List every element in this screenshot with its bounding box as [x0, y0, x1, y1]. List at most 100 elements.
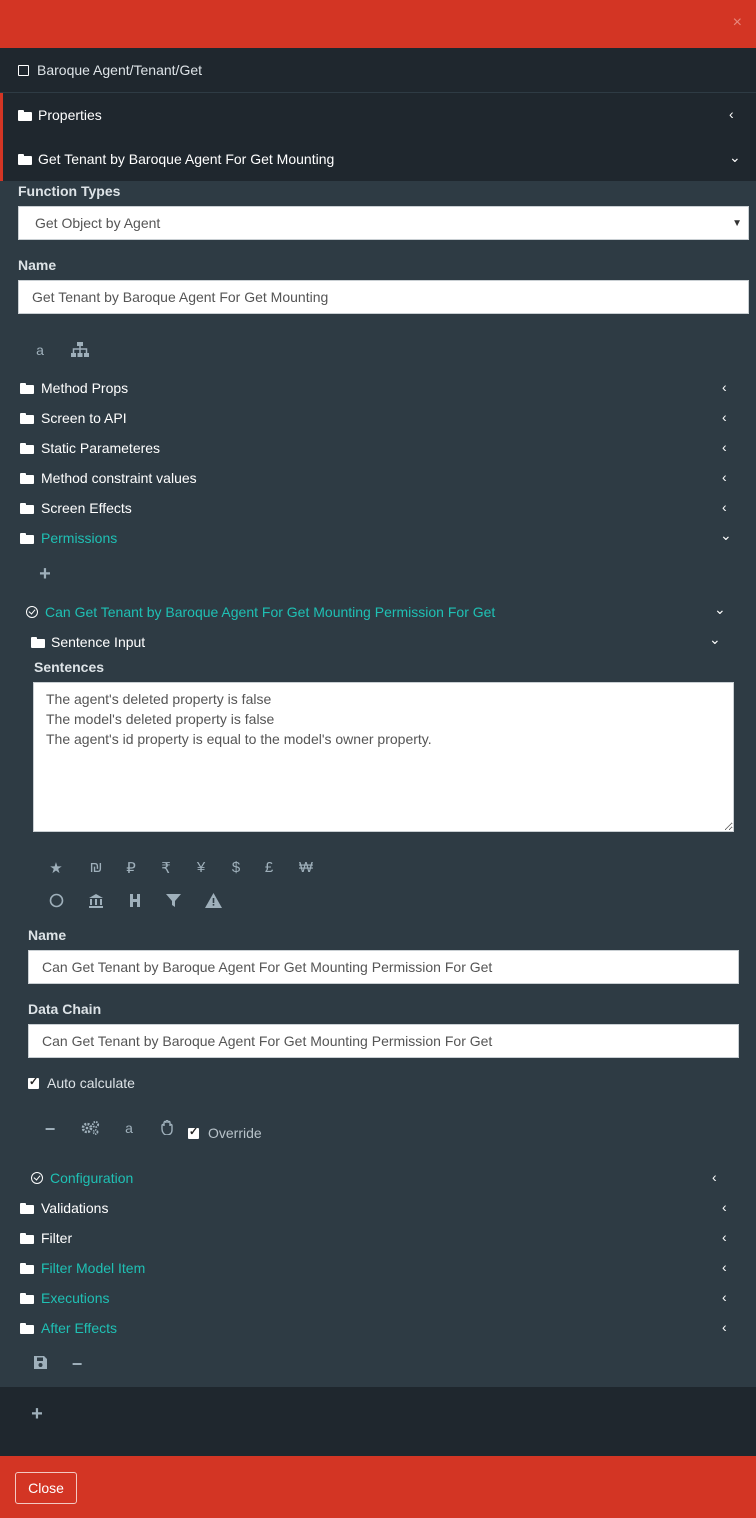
- section-after-effects[interactable]: After Effects ‹: [20, 1317, 740, 1339]
- section-label: Filter Model Item: [41, 1260, 146, 1276]
- close-button[interactable]: Close: [15, 1472, 77, 1504]
- pound-icon[interactable]: £: [259, 859, 279, 876]
- section-screen-effects[interactable]: Screen Effects ‹: [20, 497, 740, 519]
- hospital-icon[interactable]: [125, 893, 145, 912]
- section-method-props[interactable]: Method Props ‹: [20, 377, 740, 399]
- function-type-select[interactable]: Get Object by Agent ▼: [18, 206, 749, 240]
- permission-title: Can Get Tenant by Baroque Agent For Get …: [45, 604, 496, 620]
- sitemap-icon[interactable]: [70, 342, 90, 361]
- panel-method[interactable]: Get Tenant by Baroque Agent For Get Moun…: [0, 137, 756, 181]
- plus-icon[interactable]: +: [35, 563, 55, 586]
- override-checkbox[interactable]: Override: [188, 1123, 262, 1143]
- section-label: Static Parameteres: [41, 440, 161, 456]
- checkbox-checked-icon: [188, 1125, 199, 1139]
- circle-icon[interactable]: [46, 893, 66, 912]
- sentence-input-header[interactable]: Sentence Input ⌄: [31, 631, 731, 653]
- panel-properties[interactable]: Properties ‹: [0, 93, 756, 137]
- sentence-input-label: Sentence Input: [51, 634, 146, 650]
- folder-icon: [20, 382, 34, 394]
- chevron-left-icon: ‹: [722, 469, 727, 485]
- override-label: Override: [208, 1125, 262, 1141]
- folder-icon: [20, 412, 34, 424]
- dollar-icon[interactable]: $: [226, 859, 246, 876]
- section-label: Executions: [41, 1290, 110, 1306]
- add-strip: +: [0, 1387, 756, 1456]
- configuration-label: Configuration: [50, 1170, 134, 1186]
- permission-name-value: Can Get Tenant by Baroque Agent For Get …: [42, 959, 493, 975]
- folder-icon: [18, 153, 32, 165]
- section-permissions[interactable]: Permissions ⌄: [20, 527, 740, 549]
- won-icon[interactable]: ₩: [296, 859, 316, 876]
- section-screen-to-api[interactable]: Screen to API ‹: [20, 407, 740, 429]
- name-field[interactable]: Get Tenant by Baroque Agent For Get Moun…: [18, 280, 749, 314]
- sentences-label: Sentences: [34, 659, 105, 675]
- bank-icon[interactable]: [86, 893, 106, 912]
- function-types-label: Function Types: [18, 183, 121, 199]
- auto-calculate-checkbox[interactable]: Auto calculate: [28, 1073, 135, 1093]
- rupee-icon[interactable]: ₹: [156, 859, 176, 877]
- title-bar: ×: [0, 0, 756, 48]
- shekel-icon[interactable]: ₪: [86, 859, 106, 876]
- section-label: Method constraint values: [41, 470, 197, 486]
- warning-icon[interactable]: [203, 893, 223, 912]
- folder-icon: [20, 1322, 34, 1334]
- hand-icon[interactable]: [158, 1119, 178, 1139]
- configuration-header[interactable]: Configuration ‹: [31, 1167, 731, 1189]
- plus-icon[interactable]: +: [27, 1403, 47, 1426]
- filter-icon[interactable]: [163, 893, 183, 912]
- amazon-icon[interactable]: a: [30, 342, 50, 358]
- star-icon[interactable]: ★: [46, 859, 66, 877]
- section-label: Permissions: [41, 530, 118, 546]
- panel-label: Get Tenant by Baroque Agent For Get Moun…: [38, 151, 335, 167]
- sentences-textarea[interactable]: [33, 682, 734, 832]
- chevron-left-icon: ‹: [722, 439, 727, 455]
- save-icon[interactable]: [30, 1356, 50, 1373]
- permission-name-field[interactable]: Can Get Tenant by Baroque Agent For Get …: [28, 950, 739, 984]
- chevron-left-icon: ‹: [722, 379, 727, 395]
- chevron-down-icon: ⌄: [709, 631, 721, 647]
- chevron-left-icon: ‹: [729, 106, 734, 122]
- section-static-parameteres[interactable]: Static Parameteres ‹: [20, 437, 740, 459]
- chevron-left-icon: ‹: [722, 1199, 727, 1215]
- data-chain-field[interactable]: Can Get Tenant by Baroque Agent For Get …: [28, 1024, 739, 1058]
- data-chain-label: Data Chain: [28, 1001, 102, 1017]
- chevron-down-icon: ⌄: [729, 149, 741, 165]
- check-circle-icon: [26, 606, 38, 618]
- auto-calculate-label: Auto calculate: [47, 1075, 135, 1091]
- section-label: Screen Effects: [41, 500, 132, 516]
- folder-icon: [20, 442, 34, 454]
- folder-icon: [20, 532, 34, 544]
- section-filter-model-item[interactable]: Filter Model Item ‹: [20, 1257, 740, 1279]
- checkbox-checked-icon: [28, 1075, 39, 1089]
- chevron-left-icon: ‹: [722, 499, 727, 515]
- minus-icon[interactable]: −: [40, 1119, 60, 1140]
- chevron-left-icon: ‹: [722, 1319, 727, 1335]
- folder-icon: [20, 502, 34, 514]
- section-validations[interactable]: Validations ‹: [20, 1197, 740, 1219]
- folder-icon: [20, 472, 34, 484]
- folder-icon: [18, 109, 32, 121]
- folder-icon: [20, 1202, 34, 1214]
- dropdown-arrow-icon: ▼: [732, 217, 742, 229]
- footer-bar: Close: [0, 1456, 756, 1518]
- permission-name-label: Name: [28, 927, 67, 943]
- yen-icon[interactable]: ¥: [191, 859, 211, 876]
- section-executions[interactable]: Executions ‹: [20, 1287, 740, 1309]
- section-method-constraint-values[interactable]: Method constraint values ‹: [20, 467, 740, 489]
- panel-label: Properties: [38, 107, 102, 123]
- function-type-value: Get Object by Agent: [35, 215, 161, 231]
- gears-icon[interactable]: [80, 1120, 100, 1139]
- amazon-icon[interactable]: a: [119, 1120, 139, 1136]
- data-chain-value: Can Get Tenant by Baroque Agent For Get …: [42, 1033, 493, 1049]
- ruble-icon[interactable]: ₽: [121, 859, 141, 877]
- section-filter[interactable]: Filter ‹: [20, 1227, 740, 1249]
- chevron-left-icon: ‹: [722, 1229, 727, 1245]
- checkbox-icon[interactable]: [18, 64, 29, 76]
- permission-header[interactable]: Can Get Tenant by Baroque Agent For Get …: [26, 601, 736, 623]
- minus-icon[interactable]: −: [67, 1354, 87, 1375]
- name-label: Name: [18, 257, 57, 273]
- section-label: Method Props: [41, 380, 129, 396]
- close-icon[interactable]: ×: [733, 14, 742, 32]
- chevron-left-icon: ‹: [722, 409, 727, 425]
- check-circle-icon: [31, 1172, 43, 1184]
